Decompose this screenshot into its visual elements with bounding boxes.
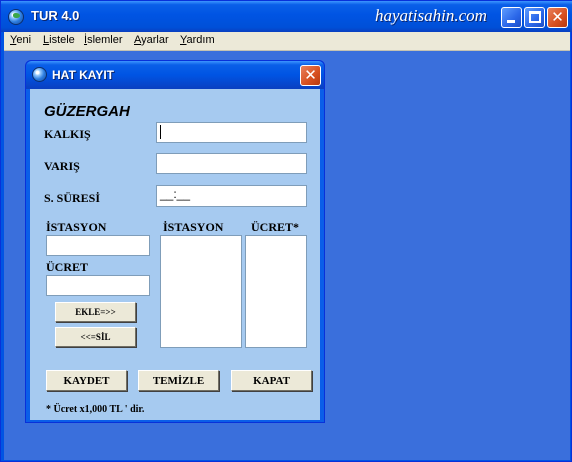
brand-watermark: hayatisahin.com [375,6,487,25]
title-bar[interactable]: TUR 4.0 hayatisahin.com ✕ [1,1,572,32]
list-station-header: İSTASYON [163,220,224,234]
close-icon: ✕ [304,66,317,84]
menu-bar: Yeni Listele İslemler Ayarlar Yardım [4,32,570,51]
minimize-button[interactable] [501,7,522,28]
close-dialog-button[interactable]: KAPAT [231,370,312,391]
departure-label: KALKIŞ [44,127,91,141]
dialog-title-bar[interactable]: HAT KAYIT ✕ [26,61,324,89]
station-label: İSTASYON [46,220,107,234]
fare-label: ÜCRET [46,260,89,274]
fares-listbox[interactable] [245,235,307,348]
stations-listbox[interactable] [160,235,242,348]
list-fare-header: ÜCRET* [251,220,300,234]
hat-kayit-dialog: HAT KAYIT ✕ GÜZERGAH KALKIŞ VARIŞ S. SÜR… [25,60,325,423]
station-input[interactable] [46,235,150,256]
fare-footnote: * Ücret x1,000 TL ' dir. [46,404,145,415]
globe-icon [32,67,47,82]
menu-item-yardim[interactable]: Yardım [180,34,215,46]
close-button[interactable]: ✕ [547,7,568,28]
save-button[interactable]: KAYDET [46,370,127,391]
add-button[interactable]: EKLE=>> [55,302,136,322]
globe-icon[interactable] [8,9,24,25]
menu-item-ayarlar[interactable]: Ayarlar [134,34,169,46]
text-caret [160,124,161,139]
minimize-icon [507,20,515,23]
close-icon: ✕ [551,8,564,26]
duration-label: S. SÜRESİ [44,191,101,205]
departure-input[interactable] [156,122,307,143]
dialog-title: HAT KAYIT [52,68,115,82]
delete-button[interactable]: <<=SİL [55,327,136,347]
main-window: TUR 4.0 hayatisahin.com ✕ Yeni Listele İ… [0,0,572,462]
dialog-close-button[interactable]: ✕ [300,65,321,86]
menu-item-listele[interactable]: Listele [43,34,75,46]
menu-item-yeni[interactable]: Yeni [10,34,31,46]
menu-item-islemler[interactable]: İslemler [84,34,123,46]
maximize-icon [529,11,541,23]
maximize-button[interactable] [524,7,545,28]
section-title: GÜZERGAH [44,103,130,120]
clear-button[interactable]: TEMİZLE [138,370,219,391]
dialog-body: GÜZERGAH KALKIŞ VARIŞ S. SÜRESİ __:__ İS… [30,89,320,420]
arrival-input[interactable] [156,153,307,174]
arrival-label: VARIŞ [44,159,80,173]
app-title: TUR 4.0 [31,8,80,23]
duration-input[interactable]: __:__ [156,185,307,207]
fare-input[interactable] [46,275,150,296]
